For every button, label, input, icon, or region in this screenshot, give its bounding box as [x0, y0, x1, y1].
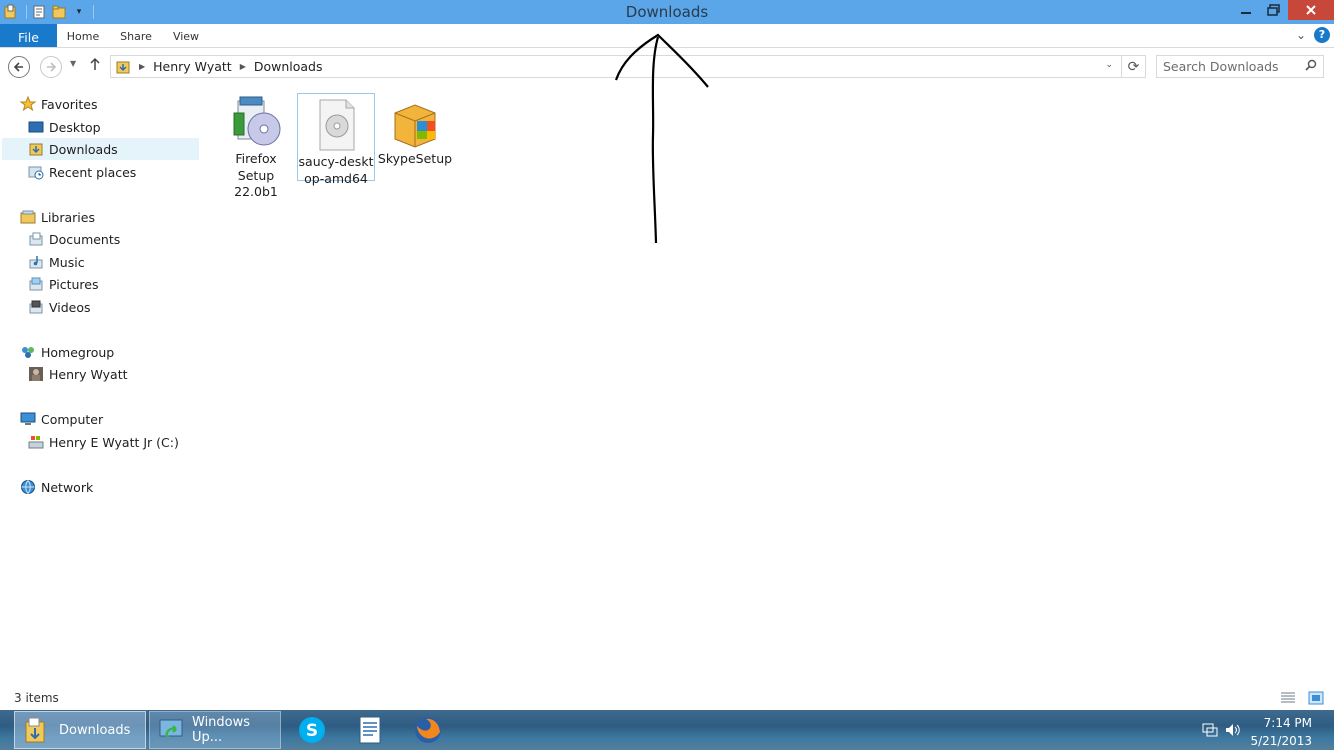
- downloads-folder-icon: [115, 59, 131, 75]
- refresh-button[interactable]: ⟳: [1121, 56, 1145, 77]
- clock-time: 7:14 PM: [1263, 716, 1312, 730]
- network-tray-icon[interactable]: [1202, 722, 1218, 741]
- status-bar: 3 items: [0, 686, 1334, 710]
- homegroup-icon: [20, 344, 36, 360]
- close-button[interactable]: [1288, 0, 1334, 20]
- taskbar-skype-button[interactable]: S: [292, 711, 332, 749]
- nav-pictures[interactable]: Pictures: [28, 273, 99, 295]
- tab-home[interactable]: Home: [60, 24, 106, 47]
- title-bar: ▾ Downloads: [0, 0, 1334, 24]
- tab-view[interactable]: View: [164, 24, 208, 47]
- minimize-button[interactable]: [1232, 0, 1260, 20]
- nav-c-drive[interactable]: Henry E Wyatt Jr (C:): [28, 431, 179, 453]
- breadcrumb-chevron-icon[interactable]: ▶: [139, 62, 145, 71]
- nav-desktop[interactable]: Desktop: [28, 116, 101, 138]
- avatar: [28, 366, 44, 382]
- large-icons-view-icon[interactable]: [1308, 691, 1324, 708]
- details-view-icon[interactable]: [1280, 691, 1296, 708]
- tab-share[interactable]: Share: [112, 24, 160, 47]
- up-button[interactable]: [89, 57, 101, 75]
- breadcrumb-chevron-icon[interactable]: ▶: [240, 62, 246, 71]
- clock[interactable]: 7:14 PM 5/21/2013: [1250, 714, 1312, 750]
- back-button[interactable]: [8, 56, 30, 78]
- nav-music[interactable]: Music: [28, 251, 85, 273]
- nav-downloads[interactable]: Downloads: [2, 138, 199, 160]
- nav-computer[interactable]: Computer: [20, 408, 103, 430]
- iso-disc-icon: [319, 99, 355, 151]
- search-input[interactable]: Search Downloads: [1156, 55, 1324, 78]
- volume-tray-icon[interactable]: [1224, 722, 1242, 741]
- file-list: Firefox Setup 22.0b1 saucy-deskt op-amd6…: [202, 85, 1334, 685]
- star-icon: [19, 95, 37, 112]
- svg-text:S: S: [306, 721, 318, 741]
- restore-button[interactable]: [1260, 0, 1288, 20]
- music-icon: [28, 254, 44, 270]
- expand-ribbon-icon[interactable]: ⌄: [1296, 28, 1306, 42]
- annotation-arrow: [614, 33, 709, 244]
- forward-arrow-icon: [47, 62, 57, 72]
- pictures-icon: [28, 276, 44, 292]
- drive-icon: [28, 434, 44, 450]
- view-switcher: [1280, 691, 1324, 708]
- setup-box-icon: [394, 104, 436, 148]
- clock-date: 5/21/2013: [1250, 734, 1312, 748]
- taskbar-downloads-button[interactable]: Downloads: [14, 711, 146, 749]
- installer-disc-icon: [233, 96, 281, 146]
- ribbon-right-controls: ⌄ ?: [1296, 27, 1330, 43]
- computer-icon: [20, 411, 36, 427]
- nav-libraries[interactable]: Libraries: [20, 206, 95, 228]
- taskbar-windows-update-button[interactable]: Windows Up...: [149, 711, 281, 749]
- breadcrumb-henry-wyatt[interactable]: Henry Wyatt: [153, 59, 232, 74]
- explorer-folder-icon: [23, 716, 49, 744]
- document-icon: [359, 716, 381, 744]
- downloads-icon: [28, 141, 44, 157]
- libraries-icon: [20, 209, 36, 225]
- desktop-icon: [28, 119, 44, 135]
- videos-icon: [28, 299, 44, 315]
- taskbar-downloads-label: Downloads: [59, 722, 131, 738]
- back-arrow-icon: [13, 62, 23, 72]
- file-item[interactable]: Firefox Setup 22.0b1: [217, 89, 295, 201]
- recent-locations-icon[interactable]: ▼: [70, 59, 76, 68]
- skype-icon: S: [299, 717, 325, 743]
- search-placeholder: Search Downloads: [1163, 59, 1279, 74]
- nav-recent-places[interactable]: Recent places: [28, 161, 136, 183]
- documents-icon: [28, 231, 44, 247]
- navigation-pane: Favorites Desktop Downloads Recent place…: [0, 85, 200, 685]
- nav-homegroup[interactable]: Homegroup: [20, 341, 114, 363]
- address-dropdown-icon[interactable]: ⌄: [1105, 60, 1113, 70]
- forward-button[interactable]: [40, 56, 62, 78]
- breadcrumb-downloads[interactable]: Downloads: [254, 59, 323, 74]
- taskbar-wordpad-button[interactable]: [350, 711, 390, 749]
- taskbar: Downloads Windows Up... S 7:14 PM 5/21/2…: [0, 710, 1334, 750]
- window-controls: [1232, 0, 1334, 22]
- firefox-icon: [415, 717, 441, 743]
- nav-favorites[interactable]: Favorites: [19, 93, 97, 115]
- window-title: Downloads: [625, 3, 709, 21]
- nav-network[interactable]: Network: [20, 476, 93, 498]
- network-icon: [20, 479, 36, 495]
- up-arrow-icon: [90, 57, 100, 70]
- file-item[interactable]: SkypeSetup: [376, 89, 454, 168]
- item-count: 3 items: [14, 691, 59, 705]
- file-item-selected[interactable]: saucy-deskt op-amd64: [297, 93, 375, 186]
- windows-update-icon: [158, 717, 186, 743]
- tab-file[interactable]: File: [0, 24, 57, 47]
- nav-videos[interactable]: Videos: [28, 296, 91, 318]
- nav-documents[interactable]: Documents: [28, 228, 120, 250]
- nav-henry-wyatt[interactable]: Henry Wyatt: [28, 363, 128, 385]
- recent-places-icon: [28, 164, 44, 180]
- search-icon[interactable]: [1305, 56, 1317, 77]
- taskbar-firefox-button[interactable]: [408, 711, 448, 749]
- help-icon[interactable]: ?: [1314, 27, 1330, 43]
- taskbar-windows-update-label: Windows Up...: [192, 715, 251, 745]
